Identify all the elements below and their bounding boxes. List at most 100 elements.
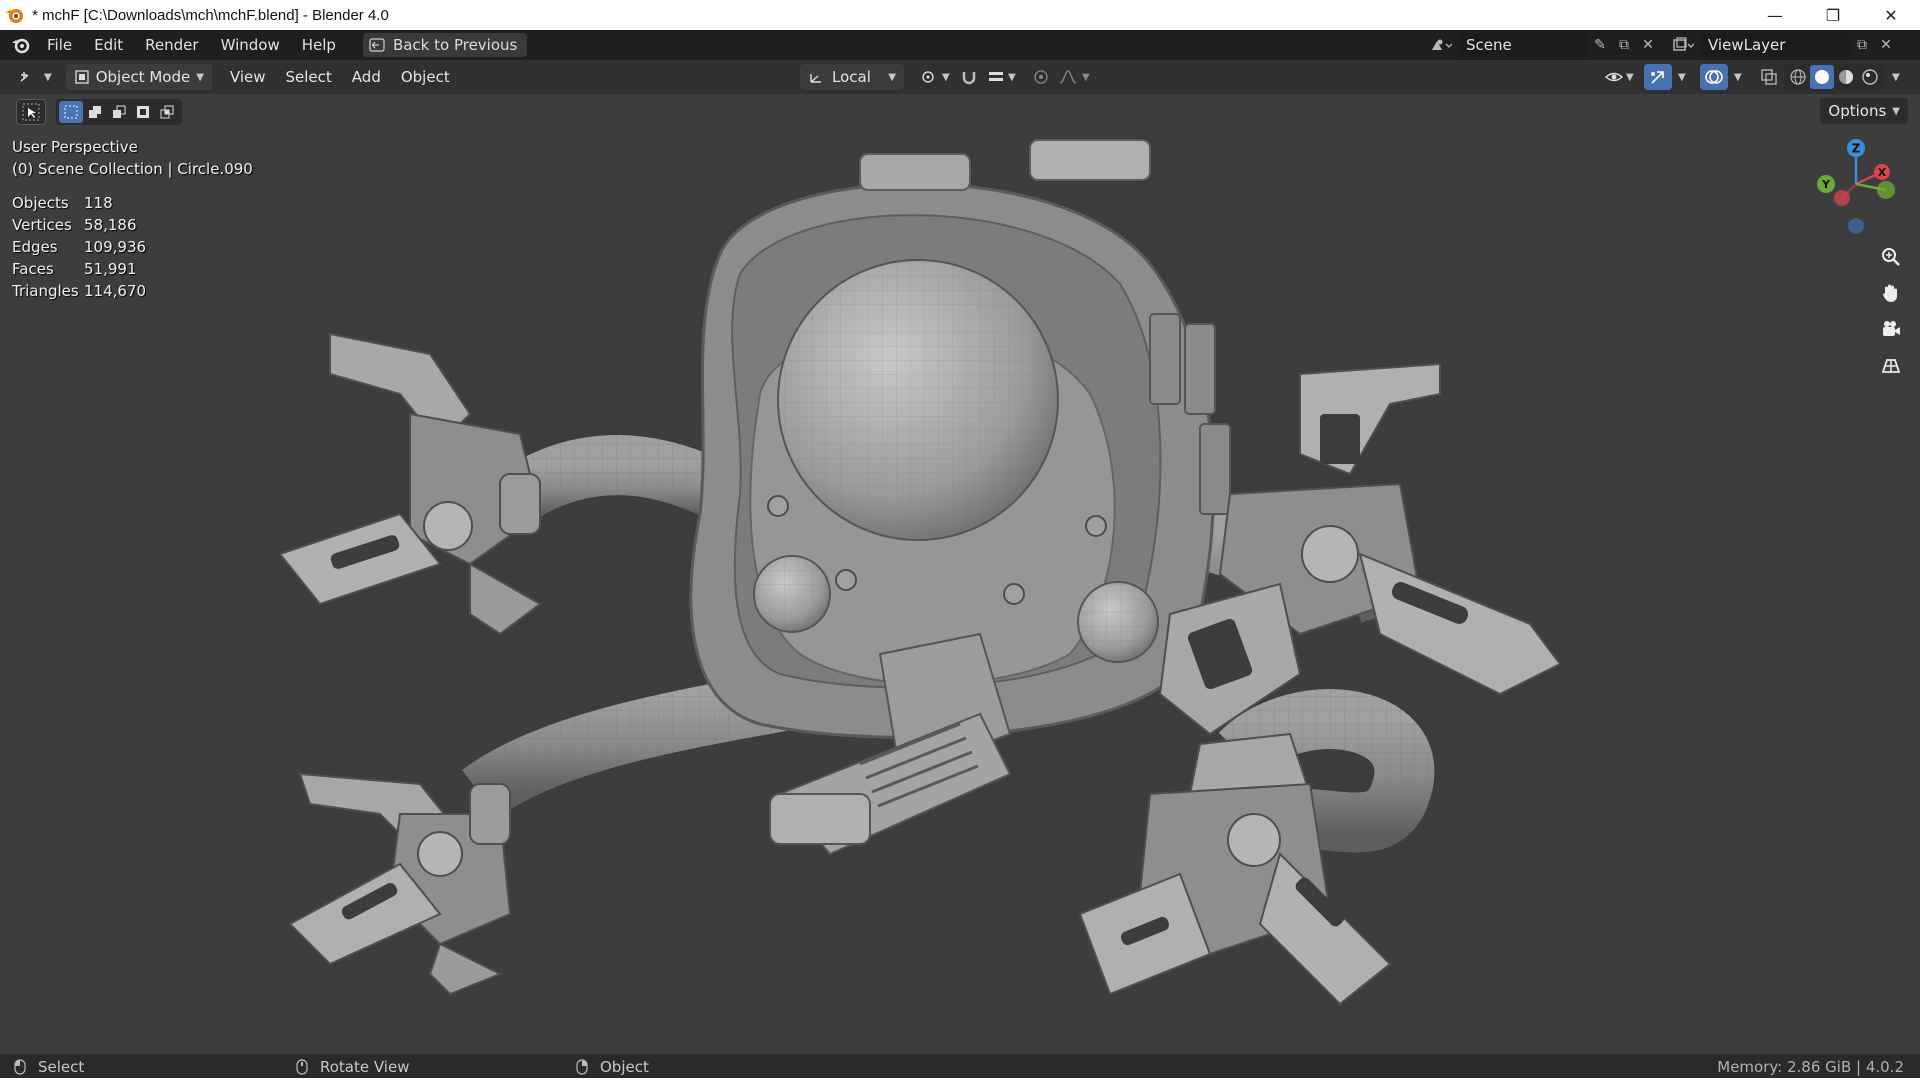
falloff-dropdown[interactable]: ▼ (1050, 64, 1098, 90)
left-lower-claw (288, 772, 512, 996)
mech-body (689, 139, 1231, 856)
select-intersect-icon[interactable] (155, 101, 179, 123)
delete-viewlayer-icon[interactable]: ✕ (1874, 33, 1898, 57)
mouse-right-icon (576, 1059, 588, 1075)
stat-label: Faces (12, 260, 54, 278)
viewlayer-name-field[interactable]: ViewLayer (1700, 33, 1850, 57)
menu-render[interactable]: Render (134, 30, 209, 60)
menu-object[interactable]: Object (393, 64, 458, 90)
pivot-icon (922, 71, 934, 83)
back-to-previous-label: Back to Previous (392, 36, 518, 54)
delete-scene-icon[interactable]: ✕ (1636, 33, 1660, 57)
status-object-label: Object (600, 1058, 649, 1076)
menu-help[interactable]: Help (291, 30, 347, 60)
back-icon (369, 38, 385, 52)
right-lower-claw (1078, 732, 1392, 1006)
close-button[interactable]: ✕ (1862, 0, 1920, 30)
pin-scene-icon[interactable]: ✎ (1588, 33, 1612, 57)
gizmo-toggle[interactable] (1644, 64, 1672, 90)
status-object: Object (576, 1058, 649, 1076)
material-shading-icon[interactable] (1834, 65, 1858, 89)
stat-label: Edges (12, 238, 58, 256)
camera-view-icon[interactable] (1876, 314, 1906, 344)
scene-name-field[interactable]: Scene (1458, 33, 1588, 57)
restore-button[interactable]: ❐ (1804, 0, 1862, 30)
mouse-left-icon (14, 1059, 26, 1075)
blender-logo-icon[interactable] (6, 30, 36, 60)
overlays-icon (1705, 70, 1723, 84)
editor-type-icon (20, 72, 29, 82)
rendered-shading-icon[interactable] (1858, 65, 1882, 89)
options-dropdown[interactable]: Options ▼ (1820, 98, 1908, 124)
ortho-grid-icon[interactable] (1876, 350, 1906, 380)
mouse-middle-icon (296, 1059, 308, 1075)
select-subtract-icon[interactable] (107, 101, 131, 123)
editor-type-button[interactable]: ▼ (10, 64, 60, 90)
neg-z-axis-icon[interactable] (1848, 218, 1864, 234)
select-extend-icon[interactable] (83, 101, 107, 123)
menu-view[interactable]: View (222, 64, 274, 90)
cursor-arrow-icon (22, 103, 40, 121)
zoom-icon[interactable] (1876, 242, 1906, 272)
menu-edit[interactable]: Edit (83, 30, 134, 60)
window-title: * mchF [C:\Downloads\mch\mchF.blend] - B… (32, 6, 389, 24)
solid-shading-icon[interactable] (1810, 65, 1834, 89)
object-visibility-dropdown[interactable]: ▼ (1596, 64, 1642, 90)
menu-add[interactable]: Add (344, 64, 389, 90)
menu-file[interactable]: File (36, 30, 83, 60)
object-mode-icon (75, 70, 89, 84)
gizmo-icon (1651, 71, 1664, 84)
pivot-point-button[interactable]: ▼ (912, 64, 958, 90)
perspective-label: User Perspective (12, 138, 138, 156)
stat-label: Objects (12, 194, 69, 212)
3d-viewport[interactable]: Options ▼ User Perspective (0) Scene Col… (0, 94, 1920, 1054)
viewlayer-selector-icon[interactable] (1666, 33, 1700, 57)
minimize-button[interactable]: — (1746, 0, 1804, 30)
menu-select[interactable]: Select (278, 64, 340, 90)
gizmo-dropdown[interactable]: ▼ (1674, 64, 1690, 90)
stat-row: Edges 109,936 (12, 236, 146, 258)
pan-hand-icon[interactable] (1876, 278, 1906, 308)
neg-x-axis-icon[interactable] (1834, 190, 1850, 206)
shading-modes (1784, 64, 1884, 90)
wireframe-shading-icon[interactable] (1786, 65, 1810, 89)
falloff-curve-icon (1059, 70, 1077, 84)
object-mode-dropdown[interactable]: Object Mode ▼ (65, 64, 212, 90)
new-viewlayer-icon[interactable]: ⧉ (1850, 33, 1874, 57)
snap-target-dropdown[interactable]: ▼ (980, 64, 1024, 90)
menu-window[interactable]: Window (210, 30, 291, 60)
stat-row: Objects 118 (12, 192, 146, 214)
select-new-icon[interactable] (59, 101, 83, 123)
back-to-previous-button[interactable]: Back to Previous (362, 33, 528, 57)
z-axis-label: Z (1852, 142, 1861, 156)
xray-icon (1761, 69, 1777, 85)
blender-app-icon (6, 9, 23, 23)
stat-row: Vertices 58,186 (12, 214, 146, 236)
scene-selector-icon[interactable] (1424, 33, 1458, 57)
overlays-toggle[interactable] (1700, 64, 1728, 90)
orientation-icon (810, 74, 821, 83)
memory-version-info: Memory: 2.86 GiB | 4.0.2 (1717, 1058, 1904, 1076)
active-collection-label: (0) Scene Collection | Circle.090 (12, 160, 253, 178)
navigation-gizmo[interactable]: Z X Y (1800, 134, 1920, 244)
select-box-tool[interactable] (16, 99, 46, 125)
eye-icon (1604, 72, 1624, 82)
scene-name: Scene (1466, 36, 1512, 54)
viewport-info: User Perspective (0) Scene Collection | … (12, 136, 253, 180)
new-scene-icon[interactable]: ⧉ (1612, 33, 1636, 57)
mech-3d-model (278, 139, 1562, 1006)
y-axis-label: Y (1821, 178, 1831, 191)
overlays-dropdown[interactable]: ▼ (1730, 64, 1746, 90)
xray-toggle[interactable] (1756, 64, 1782, 90)
stat-row: Triangles 114,670 (12, 280, 146, 302)
transform-orientation-dropdown[interactable]: Local ▼ (800, 64, 904, 90)
left-upper-claw (278, 332, 542, 636)
status-rotate-label: Rotate View (320, 1058, 410, 1076)
stat-value: 109,936 (84, 238, 147, 256)
status-select-label: Select (38, 1058, 85, 1076)
shading-dropdown[interactable]: ▼ (1888, 64, 1904, 90)
neg-y-axis-icon[interactable] (1877, 181, 1895, 199)
top-menubar: File Edit Render Window Help Back to Pre… (0, 30, 1920, 60)
select-invert-icon[interactable] (131, 101, 155, 123)
scene-statistics: Objects 118 Vertices 58,186 Edges 109,936 F… (12, 192, 146, 302)
